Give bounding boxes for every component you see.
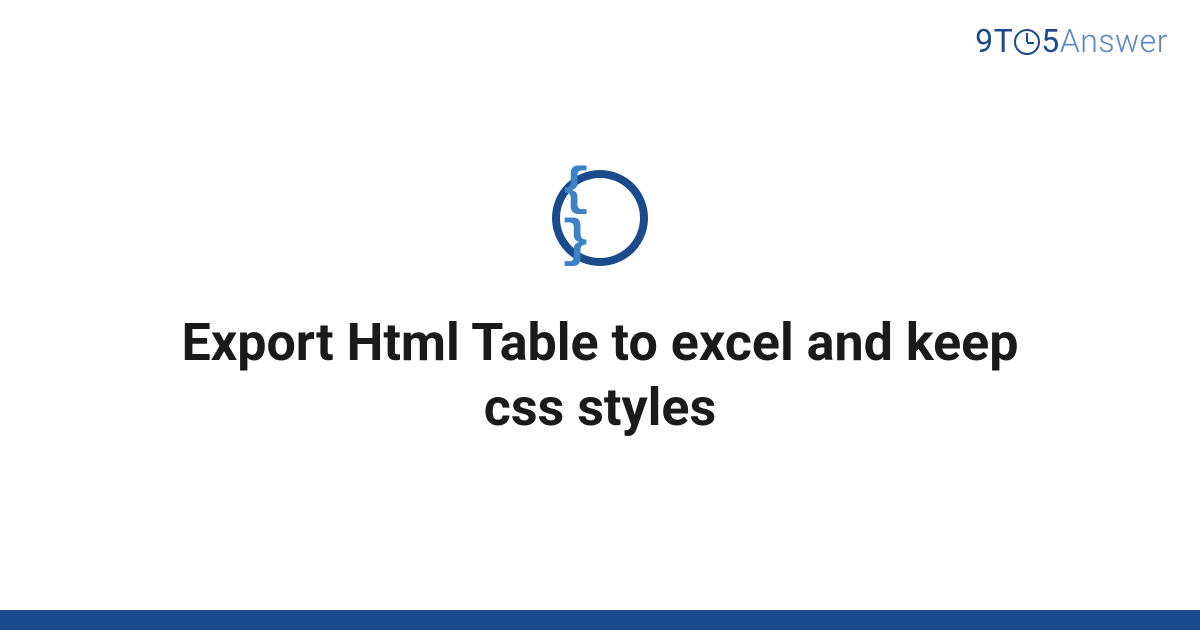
css-braces-icon: { } bbox=[560, 164, 640, 268]
page-title: Export Html Table to excel and keep css … bbox=[140, 310, 1060, 440]
main-content: { } Export Html Table to excel and keep … bbox=[0, 0, 1200, 610]
footer-bar bbox=[0, 610, 1200, 630]
category-badge: { } bbox=[552, 170, 648, 266]
